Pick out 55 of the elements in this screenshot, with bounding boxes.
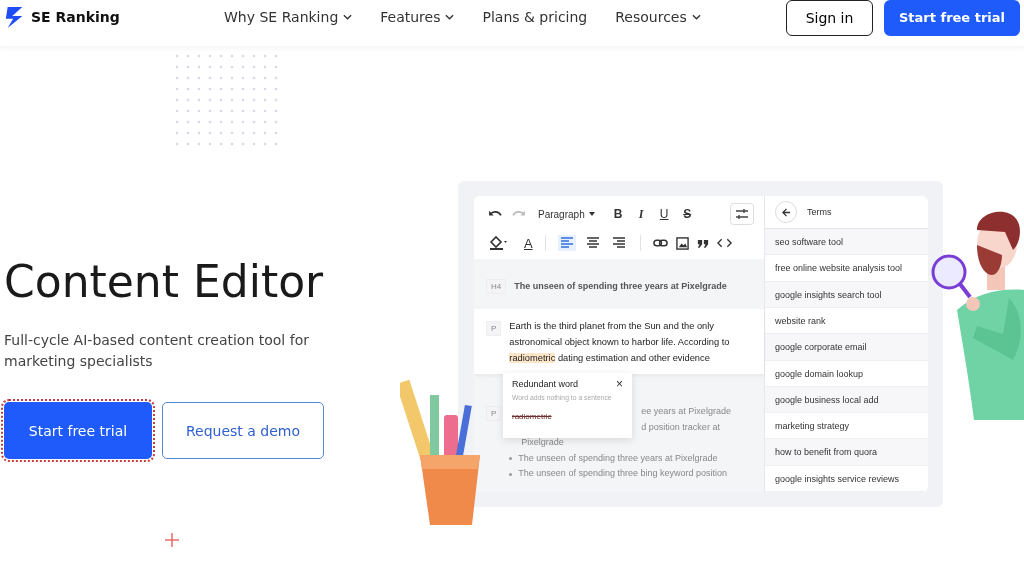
nav-link[interactable]: Plans & pricing xyxy=(482,9,588,25)
fill-color-icon[interactable] xyxy=(488,235,508,251)
paragraph-line: The unseen of spending three years at Pixelgrade xyxy=(518,451,718,465)
term-item[interactable]: google business local add xyxy=(765,386,928,414)
chevron-down-icon xyxy=(343,14,353,20)
block-tag: P xyxy=(486,406,502,422)
nav-link[interactable]: Why SE Ranking xyxy=(224,9,353,25)
paragraph-line: d position tracker at xyxy=(641,420,720,434)
format-button[interactable]: U xyxy=(656,207,672,221)
paragraph-line: ee years at Pixelgrade xyxy=(641,405,731,419)
sign-in-button[interactable]: Sign in xyxy=(786,0,873,36)
term-item[interactable]: google insights search tool xyxy=(765,281,928,308)
heading-text: The unseen of spending three years at Pixelgrade xyxy=(514,281,727,291)
logo-text[interactable]: SE Ranking xyxy=(31,9,120,25)
caret-down-icon[interactable] xyxy=(588,212,595,216)
font-color-button[interactable]: A xyxy=(524,235,533,251)
link-icon[interactable] xyxy=(652,238,668,248)
nav-link[interactable]: Features xyxy=(380,9,455,25)
back-arrow-icon xyxy=(781,207,791,217)
term-item[interactable]: google insights service reviews xyxy=(765,465,928,492)
chevron-down-icon xyxy=(445,14,455,20)
format-button[interactable]: S xyxy=(679,207,695,221)
start-trial-button[interactable]: Start free trial xyxy=(4,402,152,459)
quote-icon[interactable] xyxy=(696,238,709,248)
bullet-icon xyxy=(509,457,513,461)
paragraph-text: Earth is the third planet from the Sun and the only astronomical object known to harbor life. According to radiometric dating estimation and other evidence xyxy=(509,320,731,365)
struck-word: radiometric xyxy=(512,412,553,421)
format-button[interactable]: I xyxy=(633,206,649,222)
term-item[interactable]: free online website analysis tool xyxy=(765,255,928,282)
block-tag: P xyxy=(486,321,502,336)
block-tag: H4 xyxy=(486,278,507,294)
paragraph-line: The unseen of spending three bing keyword position xyxy=(518,467,727,481)
close-button[interactable]: × xyxy=(616,379,623,389)
term-item[interactable]: seo software tool xyxy=(765,229,928,256)
term-item[interactable]: google domain lookup xyxy=(765,360,928,387)
plus-icon xyxy=(165,533,179,547)
hero-title: Content Editor xyxy=(4,255,325,309)
settings-icon[interactable] xyxy=(730,203,754,225)
term-item[interactable]: how to benefit from quora xyxy=(765,439,928,466)
block-style-dropdown[interactable]: Paragraph xyxy=(538,208,585,220)
request-demo-button[interactable]: Request a demo xyxy=(162,402,324,459)
align-left-icon[interactable] xyxy=(557,235,576,251)
term-item[interactable]: google corporate email xyxy=(765,334,928,361)
chevron-down-icon xyxy=(691,14,701,20)
nav-link[interactable]: Resources xyxy=(615,9,701,25)
hero-subtitle: Full-cycle AI-based content creation tool for marketing specialists xyxy=(4,331,310,371)
image-icon[interactable] xyxy=(675,236,689,250)
format-button[interactable]: B xyxy=(610,207,626,221)
highlighted-word[interactable]: radiometric xyxy=(509,352,556,363)
bullet-icon xyxy=(509,472,513,476)
popover-title: Redundant word xyxy=(512,379,579,389)
code-icon[interactable] xyxy=(716,238,732,248)
terms-title: Terms xyxy=(807,207,832,217)
start-trial-button[interactable]: Start free trial xyxy=(884,0,1020,36)
paragraph-line: Pixelgrade xyxy=(521,436,564,450)
